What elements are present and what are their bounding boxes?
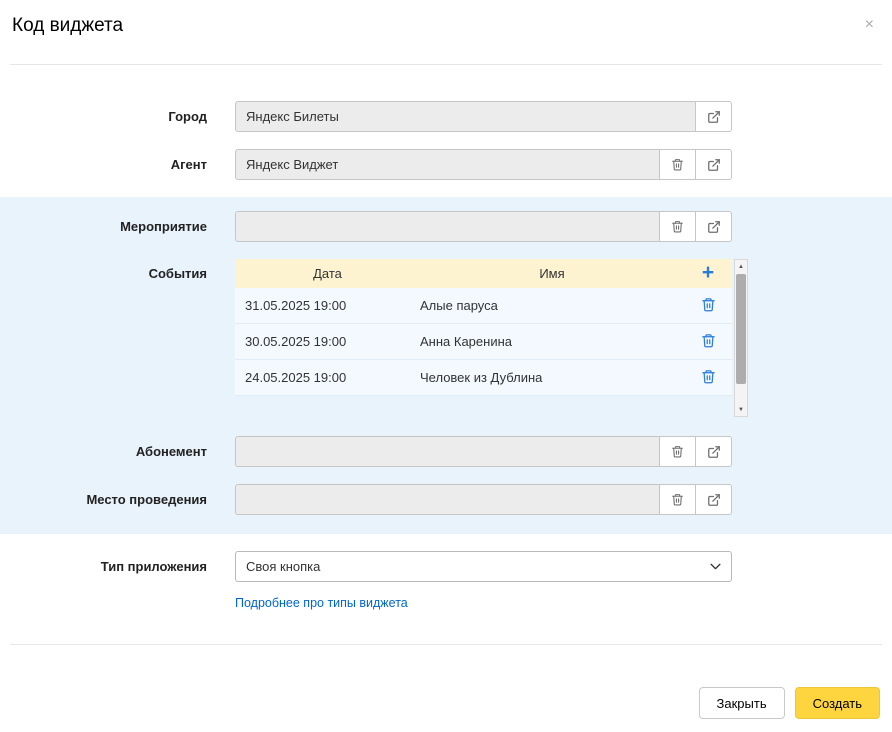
agent-open-button[interactable] bbox=[695, 149, 732, 180]
trash-icon bbox=[671, 493, 684, 506]
subscription-row: Абонемент bbox=[0, 436, 892, 467]
table-scrollbar[interactable]: ▲ ▼ bbox=[734, 259, 748, 417]
widget-form: Город Агент bbox=[0, 101, 892, 610]
add-session-button[interactable]: + bbox=[702, 262, 714, 285]
create-button[interactable]: Создать bbox=[795, 687, 880, 719]
app-type-select[interactable]: Своя кнопка bbox=[235, 551, 732, 582]
sessions-control: Дата Имя + 31.05.2025 19:00 Алые паруса bbox=[235, 259, 732, 417]
event-open-button[interactable] bbox=[695, 211, 732, 242]
close-button[interactable]: Закрыть bbox=[699, 687, 785, 719]
delete-session-button[interactable] bbox=[701, 297, 716, 312]
sessions-table-area: Дата Имя + 31.05.2025 19:00 Алые паруса bbox=[235, 259, 748, 417]
modal-footer: Закрыть Создать bbox=[0, 687, 892, 719]
subscription-label: Абонемент bbox=[0, 444, 207, 459]
subscription-control bbox=[235, 436, 732, 467]
trash-icon bbox=[671, 158, 684, 171]
footer-divider bbox=[10, 644, 882, 645]
event-label: Мероприятие bbox=[0, 219, 207, 234]
scroll-down-icon[interactable]: ▼ bbox=[735, 403, 747, 416]
event-clear-button[interactable] bbox=[659, 211, 696, 242]
external-link-icon bbox=[707, 220, 721, 234]
agent-control bbox=[235, 149, 732, 180]
app-type-row: Тип приложения Своя кнопка bbox=[0, 551, 892, 582]
table-row: 31.05.2025 19:00 Алые паруса bbox=[235, 288, 732, 324]
trash-icon bbox=[701, 333, 716, 348]
venue-control bbox=[235, 484, 732, 515]
header-divider bbox=[10, 64, 882, 65]
venue-input bbox=[235, 484, 660, 515]
agent-input bbox=[235, 149, 660, 180]
close-icon[interactable]: × bbox=[861, 15, 878, 35]
event-row: Мероприятие bbox=[0, 211, 892, 242]
widget-code-modal: Код виджета × Город Агент bbox=[0, 0, 892, 719]
city-label: Город bbox=[0, 109, 207, 124]
chevron-down-icon bbox=[710, 563, 721, 570]
session-date: 30.05.2025 19:00 bbox=[235, 334, 420, 349]
city-row: Город bbox=[0, 101, 892, 132]
sessions-label: События bbox=[0, 259, 207, 281]
subscription-open-button[interactable] bbox=[695, 436, 732, 467]
trash-icon bbox=[701, 297, 716, 312]
sessions-table-header: Дата Имя + bbox=[235, 259, 732, 288]
sessions-table: Дата Имя + 31.05.2025 19:00 Алые паруса bbox=[235, 259, 732, 417]
venue-open-button[interactable] bbox=[695, 484, 732, 515]
sessions-row: События Дата Имя + 31 bbox=[0, 259, 892, 417]
external-link-icon bbox=[707, 493, 721, 507]
subscription-clear-button[interactable] bbox=[659, 436, 696, 467]
event-control bbox=[235, 211, 732, 242]
venue-label: Место проведения bbox=[0, 492, 207, 507]
widget-types-link[interactable]: Подробнее про типы виджета bbox=[235, 596, 408, 610]
venue-row: Место проведения bbox=[0, 484, 892, 515]
agent-label: Агент bbox=[0, 157, 207, 172]
event-input bbox=[235, 211, 660, 242]
venue-clear-button[interactable] bbox=[659, 484, 696, 515]
widget-types-link-row: Подробнее про типы виджета bbox=[235, 595, 892, 610]
modal-title: Код виджета bbox=[12, 15, 123, 37]
session-name: Алые паруса bbox=[420, 298, 684, 313]
city-open-button[interactable] bbox=[695, 101, 732, 132]
session-date: 31.05.2025 19:00 bbox=[235, 298, 420, 313]
table-row: 30.05.2025 19:00 Анна Каренина bbox=[235, 324, 732, 360]
table-row: 24.05.2025 19:00 Человек из Дублина bbox=[235, 360, 732, 396]
external-link-icon bbox=[707, 110, 721, 124]
external-link-icon bbox=[707, 445, 721, 459]
session-name: Анна Каренина bbox=[420, 334, 684, 349]
app-type-label: Тип приложения bbox=[0, 559, 207, 574]
trash-icon bbox=[671, 220, 684, 233]
date-column-header: Дата bbox=[235, 266, 420, 281]
delete-session-button[interactable] bbox=[701, 369, 716, 384]
session-date: 24.05.2025 19:00 bbox=[235, 370, 420, 385]
modal-header: Код виджета × bbox=[0, 0, 892, 37]
city-input bbox=[235, 101, 696, 132]
trash-icon bbox=[701, 369, 716, 384]
name-column-header: Имя bbox=[420, 266, 684, 281]
app-type-selected-value: Своя кнопка bbox=[246, 559, 320, 574]
scroll-up-icon[interactable]: ▲ bbox=[735, 260, 747, 273]
delete-session-button[interactable] bbox=[701, 333, 716, 348]
subscription-input bbox=[235, 436, 660, 467]
app-type-control: Своя кнопка bbox=[235, 551, 732, 582]
agent-row: Агент bbox=[0, 149, 892, 180]
event-settings-section: Мероприятие Соб bbox=[0, 197, 892, 534]
trash-icon bbox=[671, 445, 684, 458]
scrollbar-thumb[interactable] bbox=[736, 274, 746, 384]
city-control bbox=[235, 101, 732, 132]
agent-clear-button[interactable] bbox=[659, 149, 696, 180]
session-name: Человек из Дублина bbox=[420, 370, 684, 385]
external-link-icon bbox=[707, 158, 721, 172]
